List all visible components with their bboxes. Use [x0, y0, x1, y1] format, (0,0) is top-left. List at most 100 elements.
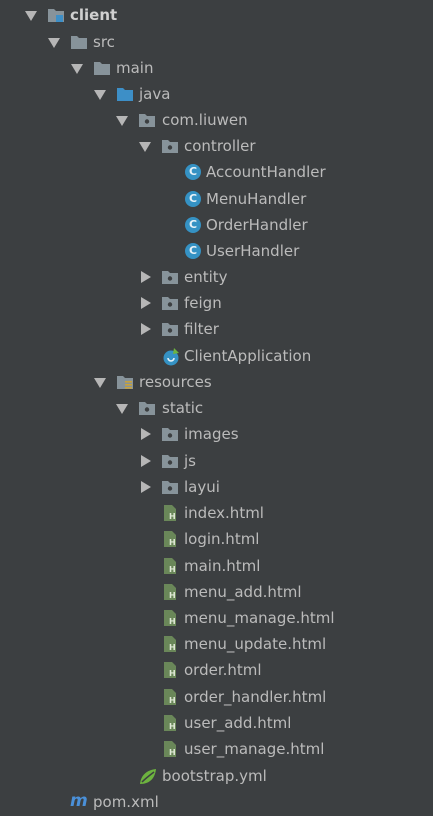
node-label: images: [184, 425, 239, 443]
node-label: controller: [184, 137, 256, 155]
node-label: feign: [184, 294, 222, 312]
node-label: client: [70, 6, 118, 24]
tree-node-html-file[interactable]: H main.html: [0, 553, 433, 579]
node-label: main: [116, 59, 154, 77]
package-icon: [161, 320, 179, 338]
tree-node-entity[interactable]: entity: [0, 264, 433, 290]
tree-node-main[interactable]: main: [0, 55, 433, 81]
tree-node-menu-handler[interactable]: C MenuHandler: [0, 186, 433, 212]
html-file-icon: H: [161, 714, 179, 732]
tree-node-controller[interactable]: controller: [0, 133, 433, 159]
tree-node-client-application[interactable]: ClientApplication: [0, 343, 433, 369]
collapse-arrow-icon[interactable]: [141, 428, 151, 440]
folder-icon: [161, 478, 179, 496]
module-folder-icon: [47, 6, 65, 24]
tree-node-order-handler[interactable]: C OrderHandler: [0, 212, 433, 238]
package-icon: [161, 137, 179, 155]
tree-node-images[interactable]: images: [0, 421, 433, 447]
node-label: java: [139, 85, 171, 103]
expand-arrow-icon[interactable]: [116, 404, 128, 414]
source-folder-icon: [116, 85, 134, 103]
node-label: user_add.html: [184, 714, 292, 732]
folder-icon: [138, 399, 156, 417]
tree-node-filter[interactable]: filter: [0, 316, 433, 342]
resources-folder-icon: [116, 373, 134, 391]
package-icon: [138, 111, 156, 129]
tree-node-package[interactable]: com.liuwen: [0, 107, 433, 133]
tree-node-html-file[interactable]: H login.html: [0, 526, 433, 552]
collapse-arrow-icon[interactable]: [141, 323, 151, 335]
tree-node-account-handler[interactable]: C AccountHandler: [0, 159, 433, 185]
expand-arrow-icon[interactable]: [25, 11, 37, 21]
tree-node-js[interactable]: js: [0, 448, 433, 474]
html-file-icon: H: [161, 661, 179, 679]
html-file-icon: H: [161, 557, 179, 575]
node-label: main.html: [184, 557, 261, 575]
class-icon: C: [185, 164, 201, 180]
svg-text:H: H: [169, 696, 176, 705]
html-file-icon: H: [161, 688, 179, 706]
node-label: MenuHandler: [206, 190, 307, 208]
tree-node-html-file[interactable]: H user_manage.html: [0, 736, 433, 762]
tree-node-html-file[interactable]: H order.html: [0, 657, 433, 683]
tree-node-resources[interactable]: resources: [0, 369, 433, 395]
spring-leaf-icon: [138, 767, 156, 785]
html-file-icon: H: [161, 740, 179, 758]
collapse-arrow-icon[interactable]: [141, 481, 151, 493]
svg-text:H: H: [169, 591, 176, 600]
folder-icon: [161, 452, 179, 470]
node-label: pom.xml: [93, 793, 159, 811]
project-tree: client src main java com.liuwen controll…: [0, 0, 433, 816]
expand-arrow-icon[interactable]: [71, 64, 83, 74]
html-file-icon: H: [161, 504, 179, 522]
svg-text:H: H: [169, 722, 176, 731]
tree-node-src[interactable]: src: [0, 29, 433, 55]
tree-node-static[interactable]: static: [0, 395, 433, 421]
node-label: ClientApplication: [184, 347, 312, 365]
svg-text:H: H: [169, 512, 176, 521]
node-label: static: [162, 399, 204, 417]
tree-node-pom-xml[interactable]: m pom.xml: [0, 789, 433, 815]
node-label: order_handler.html: [184, 688, 327, 706]
tree-node-user-handler[interactable]: C UserHandler: [0, 238, 433, 264]
expand-arrow-icon[interactable]: [94, 90, 106, 100]
tree-node-client[interactable]: client: [0, 2, 433, 28]
collapse-arrow-icon[interactable]: [141, 297, 151, 309]
tree-node-html-file[interactable]: H index.html: [0, 500, 433, 526]
node-label: resources: [139, 373, 212, 391]
node-label: com.liuwen: [162, 111, 248, 129]
node-label: user_manage.html: [184, 740, 325, 758]
node-label: menu_update.html: [184, 635, 327, 653]
node-label: bootstrap.yml: [162, 767, 267, 785]
tree-node-html-file[interactable]: H menu_manage.html: [0, 605, 433, 631]
node-label: order.html: [184, 661, 262, 679]
tree-node-bootstrap-yml[interactable]: bootstrap.yml: [0, 763, 433, 789]
node-label: entity: [184, 268, 228, 286]
node-label: AccountHandler: [206, 163, 326, 181]
tree-node-layui[interactable]: layui: [0, 474, 433, 500]
html-file-icon: H: [161, 530, 179, 548]
node-label: OrderHandler: [206, 216, 308, 234]
svg-text:H: H: [169, 669, 176, 678]
svg-text:H: H: [169, 643, 176, 652]
tree-node-html-file[interactable]: H order_handler.html: [0, 684, 433, 710]
class-icon: C: [185, 243, 201, 259]
tree-node-java[interactable]: java: [0, 81, 433, 107]
expand-arrow-icon[interactable]: [94, 378, 106, 388]
collapse-arrow-icon[interactable]: [141, 271, 151, 283]
collapse-arrow-icon[interactable]: [141, 455, 151, 467]
tree-node-html-file[interactable]: H user_add.html: [0, 710, 433, 736]
expand-arrow-icon[interactable]: [139, 142, 151, 152]
node-label: menu_manage.html: [184, 609, 335, 627]
svg-text:H: H: [169, 748, 176, 757]
expand-arrow-icon[interactable]: [116, 116, 128, 126]
html-file-icon: H: [161, 635, 179, 653]
node-label: js: [184, 452, 196, 470]
tree-node-html-file[interactable]: H menu_add.html: [0, 579, 433, 605]
tree-node-html-file[interactable]: H menu_update.html: [0, 631, 433, 657]
expand-arrow-icon[interactable]: [48, 38, 60, 48]
node-label: index.html: [184, 504, 264, 522]
tree-node-feign[interactable]: feign: [0, 290, 433, 316]
class-icon: C: [185, 191, 201, 207]
html-file-icon: H: [161, 609, 179, 627]
